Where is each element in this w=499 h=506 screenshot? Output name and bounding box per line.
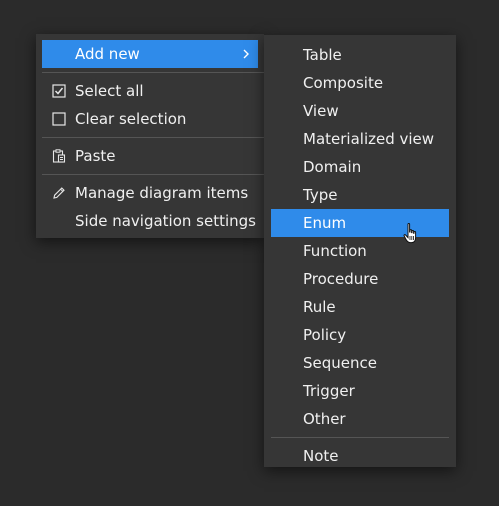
menu-item-add-new[interactable]: Add new <box>42 40 258 68</box>
submenu-item-function[interactable]: Function <box>271 237 449 265</box>
chevron-right-icon <box>242 40 252 68</box>
submenu-item-label: Domain <box>303 158 362 176</box>
submenu-item-composite[interactable]: Composite <box>271 69 449 97</box>
menu-separator <box>42 72 264 73</box>
submenu-item-sequence[interactable]: Sequence <box>271 349 449 377</box>
menu-item-manage-diagram-items[interactable]: Manage diagram items <box>42 179 258 207</box>
menu-separator <box>42 174 264 175</box>
menu-item-label: Manage diagram items <box>75 184 249 202</box>
menu-item-label: Paste <box>75 147 116 165</box>
submenu-item-label: Sequence <box>303 354 377 372</box>
menu-item-side-navigation-settings[interactable]: Side navigation settings <box>42 207 258 235</box>
submenu-item-materialized-view[interactable]: Materialized view <box>271 125 449 153</box>
submenu-item-label: Type <box>303 186 338 204</box>
menu-item-label: Add new <box>75 45 140 63</box>
submenu-item-label: View <box>303 102 339 120</box>
submenu-item-label: Composite <box>303 74 384 92</box>
submenu-item-label: Policy <box>303 326 347 344</box>
submenu-item-label: Note <box>303 447 339 465</box>
menu-item-label: Clear selection <box>75 110 187 128</box>
submenu-item-note[interactable]: Note <box>271 442 449 470</box>
menu-item-clear-selection[interactable]: Clear selection <box>42 105 258 133</box>
menu-item-select-all[interactable]: Select all <box>42 77 258 105</box>
submenu-item-enum[interactable]: Enum <box>271 209 449 237</box>
submenu-item-label: Procedure <box>303 270 379 288</box>
submenu-item-policy[interactable]: Policy <box>271 321 449 349</box>
submenu-item-label: Table <box>303 46 342 64</box>
submenu-item-label: Function <box>303 242 367 260</box>
submenu-item-label: Materialized view <box>303 130 435 148</box>
checked-checkbox-icon <box>52 84 66 98</box>
submenu-item-table[interactable]: Table <box>271 41 449 69</box>
submenu-item-trigger[interactable]: Trigger <box>271 377 449 405</box>
add-new-submenu: Table Composite View Materialized view D… <box>264 35 456 467</box>
submenu-item-type[interactable]: Type <box>271 181 449 209</box>
menu-item-label: Side navigation settings <box>75 212 256 230</box>
context-menu: Add new Select all Clear selection Paste… <box>36 34 264 238</box>
submenu-item-label: Other <box>303 410 346 428</box>
paste-icon <box>52 149 66 163</box>
submenu-separator <box>271 437 449 438</box>
pencil-icon <box>52 186 66 200</box>
submenu-item-view[interactable]: View <box>271 97 449 125</box>
submenu-item-rule[interactable]: Rule <box>271 293 449 321</box>
menu-item-label: Select all <box>75 82 144 100</box>
submenu-item-domain[interactable]: Domain <box>271 153 449 181</box>
submenu-item-label: Rule <box>303 298 336 316</box>
empty-checkbox-icon <box>52 112 66 126</box>
hand-pointer-icon <box>403 222 421 246</box>
submenu-item-other[interactable]: Other <box>271 405 449 433</box>
submenu-item-procedure[interactable]: Procedure <box>271 265 449 293</box>
menu-item-paste[interactable]: Paste <box>42 142 258 170</box>
menu-separator <box>42 137 264 138</box>
submenu-item-label: Enum <box>303 214 347 232</box>
submenu-item-label: Trigger <box>303 382 355 400</box>
